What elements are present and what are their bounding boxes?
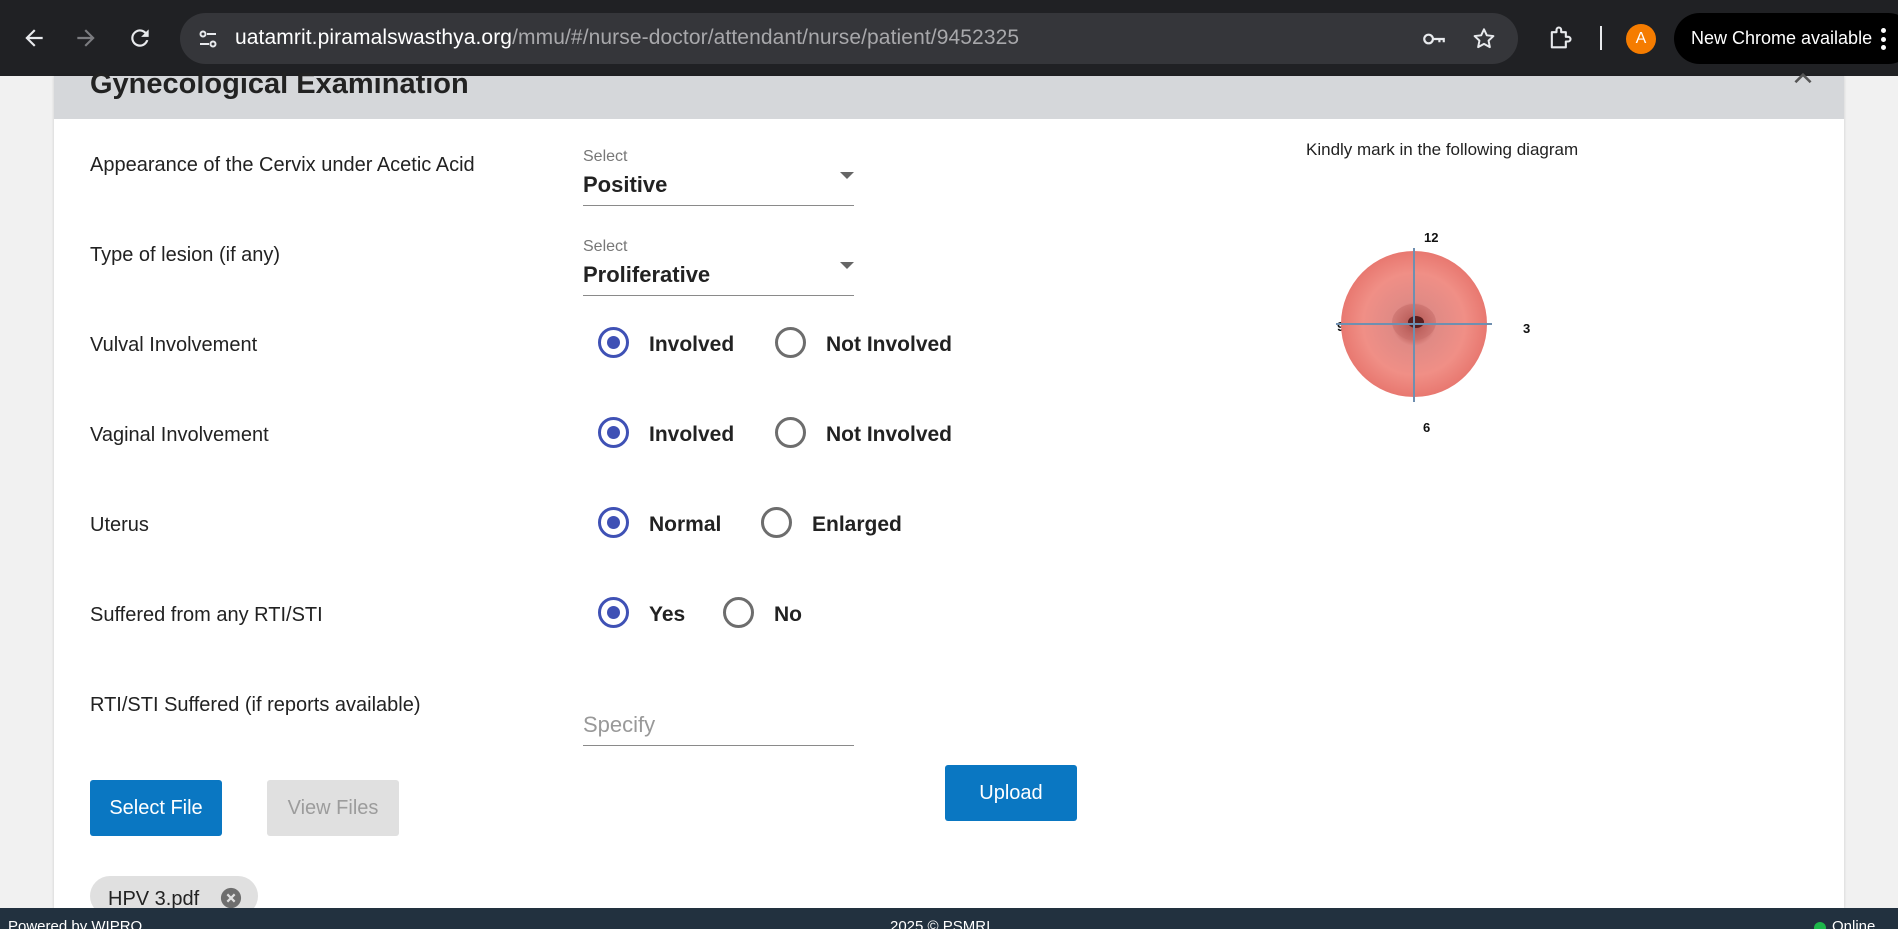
select-file-button[interactable]: Select File <box>90 780 222 836</box>
vulval-involved-radio[interactable] <box>598 327 629 358</box>
vulval-not-involved-label[interactable]: Not Involved <box>826 333 952 357</box>
url-text[interactable]: uatamrit.piramalswasthya.org/mmu/#/nurse… <box>235 26 1019 50</box>
cervix-diagram[interactable] <box>1334 244 1494 404</box>
uterus-normal-label[interactable]: Normal <box>649 513 721 537</box>
upload-label: Upload <box>979 781 1043 804</box>
vaginal-label: Vaginal Involvement <box>90 424 269 446</box>
rti-label: Suffered from any RTI/STI <box>90 604 323 626</box>
clock-label-6: 6 <box>1423 420 1431 435</box>
vaginal-not-involved-radio[interactable] <box>775 417 806 448</box>
password-key-icon[interactable] <box>1420 25 1448 53</box>
address-bar[interactable]: uatamrit.piramalswasthya.org/mmu/#/nurse… <box>180 13 1518 64</box>
url-path: /mmu/#/nurse-doctor/attendant/nurse/pati… <box>512 26 1020 49</box>
browser-toolbar: uatamrit.piramalswasthya.org/mmu/#/nurse… <box>0 0 1898 76</box>
rti-suffered-input[interactable]: Specify <box>583 706 854 746</box>
more-menu-icon[interactable] <box>1880 28 1886 50</box>
clock-label-3: 3 <box>1523 321 1531 336</box>
clock-label-12: 12 <box>1424 230 1439 245</box>
gynecological-exam-card: Gynecological Examination Appearance of … <box>54 68 1844 916</box>
url-host: uatamrit.piramalswasthya.org <box>235 26 513 49</box>
profile-avatar[interactable]: A <box>1626 24 1656 54</box>
footer-powered-by: Powered by WIPRO <box>8 918 143 929</box>
view-files-label: View Files <box>287 796 379 819</box>
bookmark-star-icon[interactable] <box>1470 25 1498 53</box>
uterus-enlarged-radio[interactable] <box>761 507 792 538</box>
select-file-label: Select File <box>109 796 203 819</box>
uterus-label: Uterus <box>90 514 149 536</box>
cervix-label: Appearance of the Cervix under Acetic Ac… <box>90 154 475 176</box>
chevron-up-icon[interactable] <box>1790 66 1816 92</box>
view-files-button: View Files <box>267 780 399 836</box>
section-title: Gynecological Examination <box>90 68 469 100</box>
section-header[interactable]: Gynecological Examination <box>54 68 1844 119</box>
vulval-involved-label[interactable]: Involved <box>649 333 734 357</box>
forward-arrow-icon[interactable] <box>68 20 104 56</box>
vulval-label: Vulval Involvement <box>90 334 258 356</box>
online-status-icon <box>1814 922 1826 929</box>
lesion-label: Type of lesion (if any) <box>90 244 281 266</box>
diagram-caption: Kindly mark in the following diagram <box>1306 140 1579 159</box>
rti-suffered-label: RTI/STI Suffered (if reports available) <box>90 694 421 716</box>
upload-button[interactable]: Upload <box>945 765 1077 821</box>
chrome-update-label: New Chrome available <box>1691 28 1873 48</box>
reload-icon[interactable] <box>122 20 158 56</box>
back-arrow-icon[interactable] <box>16 20 52 56</box>
extensions-puzzle-icon[interactable] <box>1544 22 1576 54</box>
vaginal-not-involved-label[interactable]: Not Involved <box>826 423 952 447</box>
uterus-normal-radio[interactable] <box>598 507 629 538</box>
site-info-icon[interactable] <box>194 25 222 53</box>
lesion-select-value: Proliferative <box>583 262 711 287</box>
vaginal-involved-radio[interactable] <box>598 417 629 448</box>
rti-yes-label[interactable]: Yes <box>649 603 685 627</box>
remove-file-icon[interactable] <box>220 887 242 909</box>
footer-copyright: 2025 © PSMRI <box>890 918 991 929</box>
rti-no-radio[interactable] <box>723 597 754 628</box>
dropdown-arrow-icon <box>840 172 854 179</box>
footer-online-status: Online <box>1832 918 1876 929</box>
uterus-enlarged-label[interactable]: Enlarged <box>812 513 902 537</box>
chrome-update-button[interactable]: New Chrome available <box>1674 13 1898 64</box>
cervix-select-value: Positive <box>583 172 668 197</box>
vulval-not-involved-radio[interactable] <box>775 327 806 358</box>
vaginal-involved-label[interactable]: Involved <box>649 423 734 447</box>
lesion-select[interactable]: Select Proliferative <box>583 238 854 296</box>
dropdown-arrow-icon <box>840 262 854 269</box>
toolbar-divider <box>1600 26 1602 50</box>
rti-yes-radio[interactable] <box>598 597 629 628</box>
rti-no-label[interactable]: No <box>774 603 802 627</box>
rti-suffered-placeholder: Specify <box>583 712 656 737</box>
cervix-select[interactable]: Select Positive <box>583 148 854 206</box>
cervix-select-label: Select <box>583 148 628 165</box>
app-footer: Powered by WIPRO 2025 © PSMRI Online <box>0 908 1898 929</box>
lesion-select-label: Select <box>583 238 628 255</box>
